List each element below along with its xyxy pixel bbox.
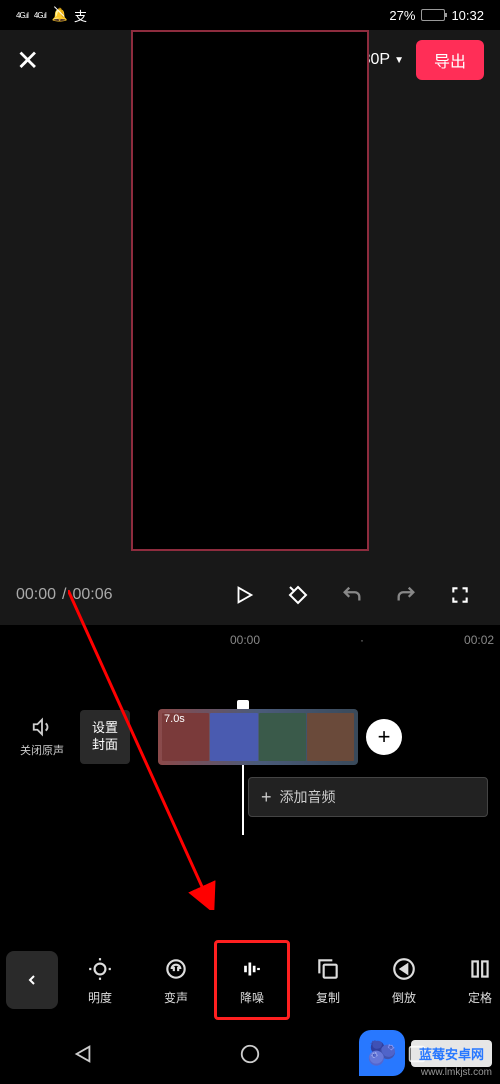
mute-label: 关闭原声 xyxy=(20,742,64,758)
tool-voice[interactable]: 变声 xyxy=(138,940,214,1020)
set-cover-button[interactable]: 设置 封面 xyxy=(80,710,130,764)
close-button[interactable]: ✕ xyxy=(16,44,39,77)
watermark-badge xyxy=(359,1030,405,1076)
add-audio-button[interactable]: + 添加音频 xyxy=(248,777,488,817)
tool-noise-reduction[interactable]: 降噪 xyxy=(214,940,290,1020)
undo-button[interactable] xyxy=(328,571,376,619)
battery-text: 27% xyxy=(389,8,415,23)
tool-bar: 明度 变声 降噪 复制 倒放 定格 xyxy=(0,936,500,1024)
status-bar: 4G.ıl 4G.ıl 🔔 支 27% 10:32 xyxy=(0,0,500,30)
voice-icon xyxy=(162,955,190,983)
tool-label: 定格 xyxy=(468,989,492,1006)
timeline-ruler: 00:00 · 00:02 xyxy=(0,625,500,655)
status-left: 4G.ıl 4G.ıl 🔔 支 xyxy=(16,6,87,25)
clock: 10:32 xyxy=(451,8,484,23)
total-time: 00:06 xyxy=(73,586,113,604)
tool-label: 复制 xyxy=(316,989,340,1006)
copy-icon xyxy=(314,955,342,983)
time-dot: · xyxy=(360,633,364,647)
current-time: 00:00 xyxy=(16,586,56,604)
status-right: 27% 10:32 xyxy=(389,8,484,23)
timeline[interactable]: 关闭原声 设置 封面 7.0s + + 添加音频 xyxy=(0,705,500,900)
signal-1: 4G.ıl xyxy=(16,11,28,20)
battery-icon xyxy=(421,9,445,21)
add-audio-label: 添加音频 xyxy=(280,787,336,807)
alipay-icon: 支 xyxy=(74,6,87,25)
redo-button[interactable] xyxy=(382,571,430,619)
watermark-url: www.lmkjst.com xyxy=(421,1067,492,1078)
keyframe-button[interactable] xyxy=(274,571,322,619)
reverse-icon xyxy=(390,955,418,983)
tool-reverse[interactable]: 倒放 xyxy=(366,940,442,1020)
add-clip-button[interactable]: + xyxy=(366,719,402,755)
tool-label: 倒放 xyxy=(392,989,416,1006)
clip-thumb xyxy=(210,713,257,761)
watermark: 蓝莓安卓网 www.lmkjst.com xyxy=(359,1030,492,1076)
clip-thumb xyxy=(259,713,306,761)
fullscreen-button[interactable] xyxy=(436,571,484,619)
video-frame xyxy=(131,30,369,551)
chevron-down-icon: ▼ xyxy=(394,55,404,66)
tool-brightness[interactable]: 明度 xyxy=(62,940,138,1020)
brightness-icon xyxy=(86,955,114,983)
plus-icon: + xyxy=(261,787,272,808)
mute-icon: 🔔 xyxy=(52,7,68,23)
play-button[interactable] xyxy=(220,571,268,619)
tool-label: 明度 xyxy=(88,989,112,1006)
player-controls: 00:00/00:06 xyxy=(0,565,500,625)
tool-copy[interactable]: 复制 xyxy=(290,940,366,1020)
tool-label: 变声 xyxy=(164,989,188,1006)
noise-icon xyxy=(238,955,266,983)
time-marker: 00:00 xyxy=(230,633,260,647)
mute-original-button[interactable]: 关闭原声 xyxy=(12,716,72,758)
watermark-text: 蓝莓安卓网 xyxy=(411,1040,492,1067)
back-button[interactable] xyxy=(6,951,58,1009)
nav-back[interactable] xyxy=(69,1040,97,1068)
tool-freeze[interactable]: 定格 xyxy=(442,940,494,1020)
freeze-icon xyxy=(466,955,494,983)
clip-duration: 7.0s xyxy=(164,713,185,725)
video-preview[interactable] xyxy=(0,90,500,565)
video-clip[interactable]: 7.0s xyxy=(158,709,358,765)
export-button[interactable]: 导出 xyxy=(416,40,484,80)
tool-label: 降噪 xyxy=(240,989,264,1006)
signal-2: 4G.ıl xyxy=(34,11,46,20)
time-marker: 00:02 xyxy=(464,633,494,647)
nav-home[interactable] xyxy=(236,1040,264,1068)
clip-thumb xyxy=(307,713,354,761)
